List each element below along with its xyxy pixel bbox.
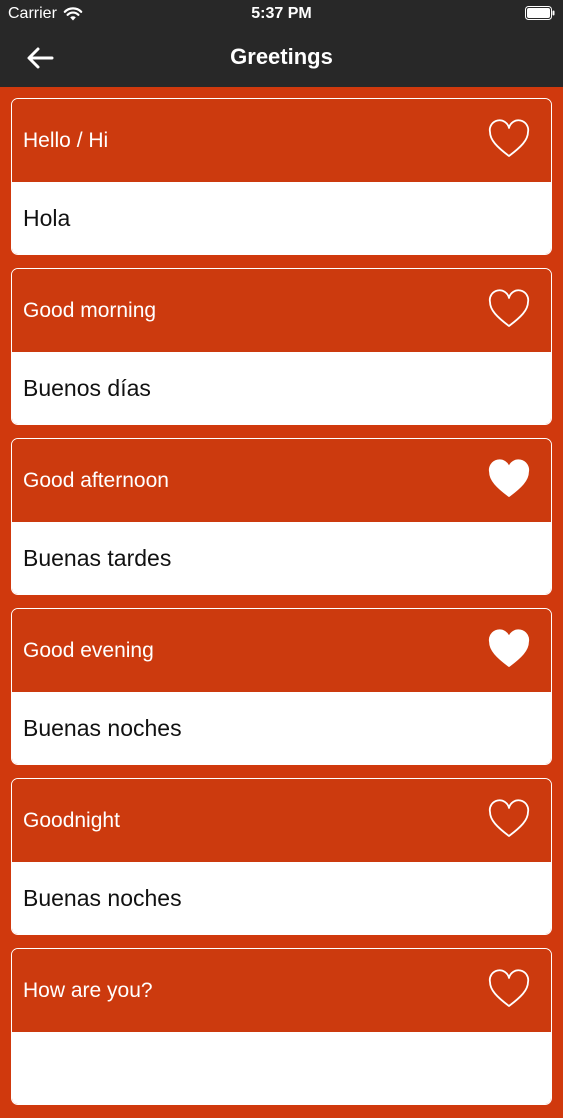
- phrase-card-header: Good morning: [12, 269, 551, 352]
- status-time: 5:37 PM: [251, 5, 312, 22]
- spanish-translation: Buenas tardes: [23, 545, 172, 571]
- heart-outline-icon: [488, 969, 530, 1007]
- phrase-card-body: Hola: [12, 182, 551, 254]
- navigation-bar: Greetings: [0, 30, 563, 87]
- english-phrase: Good afternoon: [23, 469, 169, 492]
- english-phrase: Hello / Hi: [23, 129, 109, 152]
- favorite-button[interactable]: [487, 799, 531, 843]
- favorite-button[interactable]: [487, 119, 531, 163]
- phrase-card-header: Goodnight: [12, 779, 551, 862]
- status-bar: Carrier 5:37 PM: [0, 0, 563, 30]
- spanish-translation: Buenos días: [23, 375, 151, 401]
- phrase-card[interactable]: Good afternoon Buenas tardes: [11, 438, 552, 595]
- phrase-card-body: [12, 1032, 551, 1104]
- phrase-card-header: Good evening: [12, 609, 551, 692]
- heart-filled-icon: [488, 629, 530, 667]
- favorite-button[interactable]: [487, 459, 531, 503]
- phrase-card-header: Hello / Hi: [12, 99, 551, 182]
- heart-outline-icon: [488, 799, 530, 837]
- phrase-card-body: Buenas noches: [12, 692, 551, 764]
- english-phrase: Goodnight: [23, 809, 120, 832]
- english-phrase: Good evening: [23, 639, 154, 662]
- phrase-card-header: How are you?: [12, 949, 551, 1032]
- phrase-card[interactable]: Goodnight Buenas noches: [11, 778, 552, 935]
- phrase-card-body: Buenas tardes: [12, 522, 551, 594]
- phrase-card[interactable]: How are you?: [11, 948, 552, 1105]
- favorite-button[interactable]: [487, 289, 531, 333]
- battery-icon: [525, 6, 555, 20]
- phrase-card[interactable]: Good morning Buenos días: [11, 268, 552, 425]
- phrase-card[interactable]: Good evening Buenas noches: [11, 608, 552, 765]
- heart-outline-icon: [488, 289, 530, 327]
- page-title: Greetings: [230, 44, 333, 69]
- spanish-translation: Buenas noches: [23, 715, 182, 741]
- phrase-list: Hello / Hi Hola Good morning Buenos días: [11, 98, 552, 1118]
- favorite-button[interactable]: [487, 629, 531, 673]
- english-phrase: How are you?: [23, 979, 153, 1002]
- phrase-card[interactable]: Hello / Hi Hola: [11, 98, 552, 255]
- english-phrase: Good morning: [23, 299, 157, 322]
- phrase-card-header: Good afternoon: [12, 439, 551, 522]
- phrase-card-body: Buenos días: [12, 352, 551, 424]
- heart-filled-icon: [488, 459, 530, 497]
- heart-outline-icon: [488, 119, 530, 157]
- favorite-button[interactable]: [487, 969, 531, 1013]
- phrase-card-body: Buenas noches: [12, 862, 551, 934]
- spanish-translation: Buenas noches: [23, 885, 182, 911]
- spanish-translation: Hola: [23, 205, 71, 231]
